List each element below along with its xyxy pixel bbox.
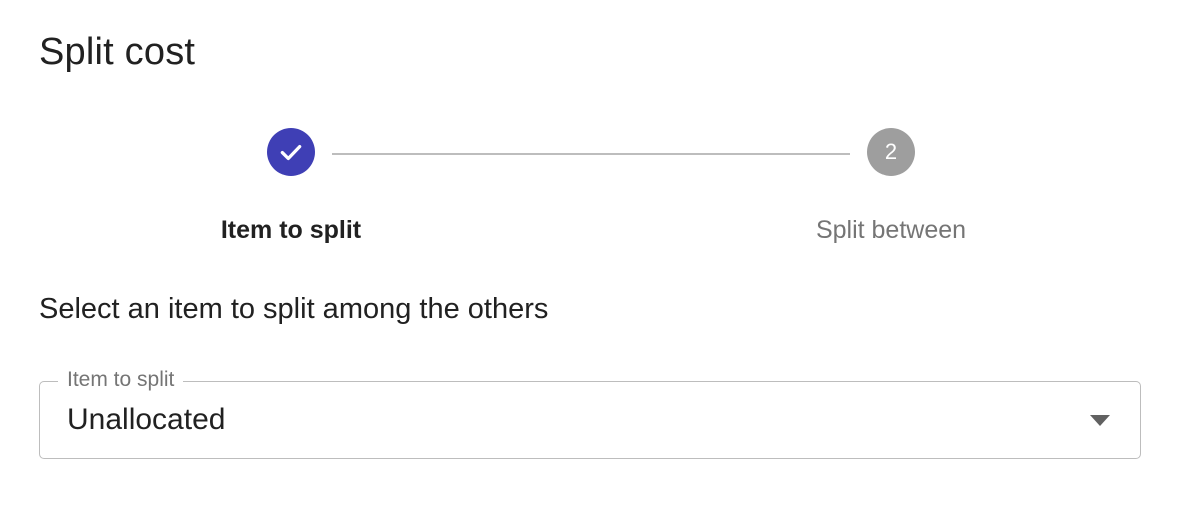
step-2-label: Split between — [815, 216, 967, 244]
step-split-between[interactable]: 2 Split between — [761, 128, 1021, 245]
step-2-number: 2 — [884, 139, 898, 164]
split-cost-dialog: Split cost Item to split 2 Split between… — [0, 0, 1186, 526]
instruction-text: Select an item to split among the others — [39, 293, 549, 325]
stepper: Item to split 2 Split between — [0, 128, 1186, 258]
item-to-split-select[interactable]: Item to split Unallocated — [39, 367, 1141, 459]
item-to-split-label: Item to split — [58, 367, 184, 393]
step-2-indicator: 2 — [867, 128, 915, 176]
dropdown-arrow-icon[interactable] — [1090, 415, 1110, 426]
item-to-split-value: Unallocated — [67, 403, 226, 436]
step-1-indicator — [267, 128, 315, 176]
step-1-label: Item to split — [220, 216, 362, 244]
dialog-title: Split cost — [39, 31, 196, 73]
check-icon — [280, 144, 302, 161]
step-item-to-split[interactable]: Item to split — [161, 128, 421, 245]
